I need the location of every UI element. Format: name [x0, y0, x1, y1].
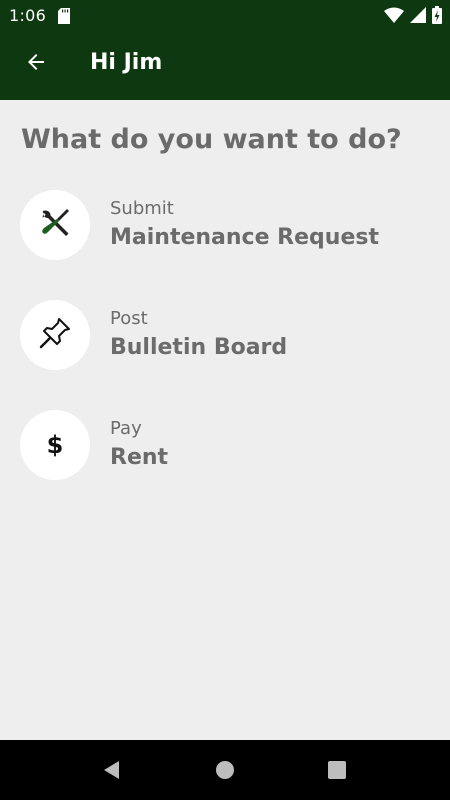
battery-icon — [432, 6, 442, 28]
app-bar: Hi Jim — [0, 32, 450, 100]
status-bar: 1:06 — [0, 0, 450, 32]
status-time: 1:06 — [9, 6, 47, 25]
signal-icon — [410, 7, 426, 27]
action-main-label: Rent — [110, 445, 169, 470]
action-sub-label: Submit — [110, 198, 174, 219]
tools-icon — [38, 206, 72, 244]
dollar-icon: $ — [46, 431, 64, 459]
action-main-label: Maintenance Request — [110, 225, 379, 250]
nav-recents-icon[interactable] — [325, 758, 349, 782]
maintenance-request-item[interactable]: Submit Maintenance Request — [20, 188, 430, 262]
arrow-left-icon — [24, 50, 48, 78]
prompt-heading: What do you want to do? — [21, 124, 402, 155]
sd-card-icon — [58, 8, 70, 28]
navigation-bar — [0, 740, 450, 800]
action-main-label: Bulletin Board — [110, 335, 288, 360]
icon-circle: $ — [20, 410, 90, 480]
action-sub-label: Pay — [110, 418, 142, 439]
pushpin-icon — [38, 316, 72, 354]
pay-rent-item[interactable]: $ Pay Rent — [20, 408, 430, 482]
nav-home-icon[interactable] — [213, 758, 237, 782]
icon-circle — [20, 300, 90, 370]
action-sub-label: Post — [110, 308, 148, 329]
page-title: Hi Jim — [90, 50, 163, 75]
nav-back-icon[interactable] — [100, 758, 124, 782]
icon-circle — [20, 190, 90, 260]
bulletin-board-item[interactable]: Post Bulletin Board — [20, 298, 430, 372]
back-button[interactable] — [14, 42, 58, 86]
wifi-icon — [384, 7, 404, 27]
